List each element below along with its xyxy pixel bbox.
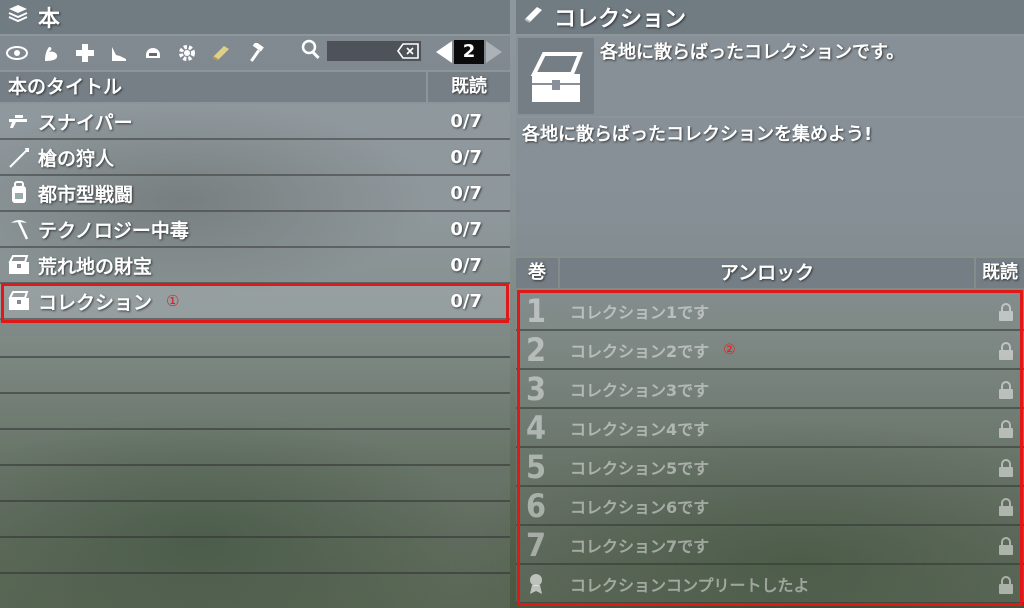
book-row-wasteland-treasure[interactable]: 荒れ地の財宝 0/7 bbox=[0, 248, 510, 284]
empty-row bbox=[0, 574, 510, 608]
helmet-icon[interactable] bbox=[136, 38, 170, 68]
book-table-header: 本のタイトル 既読 bbox=[0, 72, 510, 102]
collection-panel-title: コレクション bbox=[554, 7, 687, 32]
collection-description-area: 各地に散らばったコレクションを集めよう! bbox=[516, 118, 1024, 256]
book-title: 槍の狩人 bbox=[38, 147, 115, 170]
eye-icon[interactable] bbox=[0, 38, 34, 68]
read-count: 0/7 bbox=[450, 182, 482, 204]
empty-row bbox=[0, 430, 510, 466]
highlight-box-collection-items bbox=[517, 290, 1023, 606]
empty-row bbox=[0, 502, 510, 538]
book-title: スナイパー bbox=[38, 111, 133, 134]
empty-row bbox=[0, 466, 510, 502]
category-toolbar: 2 bbox=[0, 36, 510, 70]
collection-panel-header: コレクション bbox=[516, 0, 1024, 34]
read-count: 0/7 bbox=[450, 110, 482, 132]
gear-icon[interactable] bbox=[170, 38, 204, 68]
pickaxe-icon bbox=[4, 214, 34, 244]
books-stack-icon bbox=[6, 2, 30, 32]
book-row-urban-combat[interactable]: 都市型戦闘 0/7 bbox=[0, 176, 510, 212]
book-open-icon bbox=[522, 3, 546, 31]
shoe-icon[interactable] bbox=[102, 38, 136, 68]
empty-row bbox=[0, 538, 510, 574]
page-number: 2 bbox=[454, 40, 484, 64]
collection-summary: 各地に散らばったコレクションです。 bbox=[516, 36, 1024, 116]
highlight-box-collection-row bbox=[1, 283, 509, 323]
read-count: 0/7 bbox=[450, 146, 482, 168]
read-count: 0/7 bbox=[450, 218, 482, 240]
column-book-title[interactable]: 本のタイトル bbox=[0, 72, 426, 102]
muscle-icon[interactable] bbox=[34, 38, 68, 68]
cross-icon[interactable] bbox=[68, 38, 102, 68]
empty-book-rows bbox=[0, 322, 510, 608]
next-page-arrow-icon[interactable] bbox=[486, 41, 502, 63]
collection-table-header: 巻 アンロック 既読 bbox=[516, 258, 1024, 288]
column-volume: 巻 bbox=[516, 258, 558, 288]
rifle-icon bbox=[4, 106, 34, 136]
collection-long-description: 各地に散らばったコレクションを集めよう! bbox=[522, 124, 873, 145]
book-title: テクノロジー中毒 bbox=[38, 219, 189, 242]
book-panel-header: 本 bbox=[0, 0, 510, 34]
column-unlock: アンロック bbox=[560, 258, 974, 288]
search-input[interactable] bbox=[326, 40, 422, 62]
chest-icon bbox=[4, 250, 34, 280]
column-read: 既読 bbox=[976, 258, 1024, 288]
book-title: 荒れ地の財宝 bbox=[38, 255, 153, 278]
book-icon[interactable] bbox=[204, 38, 238, 68]
clear-search-icon[interactable] bbox=[397, 43, 419, 59]
prev-page-arrow-icon[interactable] bbox=[436, 41, 452, 63]
book-title: 都市型戦闘 bbox=[38, 183, 134, 206]
book-row-sniper[interactable]: スナイパー 0/7 bbox=[0, 104, 510, 140]
collection-short-description: 各地に散らばったコレクションです。 bbox=[600, 42, 905, 63]
chest-icon bbox=[518, 38, 594, 114]
column-read[interactable]: 既読 bbox=[428, 72, 510, 102]
book-row-spear-hunter[interactable]: 槍の狩人 0/7 bbox=[0, 140, 510, 176]
book-row-tech-addict[interactable]: テクノロジー中毒 0/7 bbox=[0, 212, 510, 248]
empty-row bbox=[0, 322, 510, 358]
empty-row bbox=[0, 394, 510, 430]
book-panel-title: 本 bbox=[38, 7, 61, 32]
spear-icon bbox=[4, 142, 34, 172]
backpack-icon bbox=[4, 178, 34, 208]
read-count: 0/7 bbox=[450, 254, 482, 276]
search-icon[interactable] bbox=[300, 38, 322, 64]
empty-row bbox=[0, 358, 510, 394]
pager: 2 bbox=[436, 40, 502, 64]
hammer-icon[interactable] bbox=[238, 38, 272, 68]
